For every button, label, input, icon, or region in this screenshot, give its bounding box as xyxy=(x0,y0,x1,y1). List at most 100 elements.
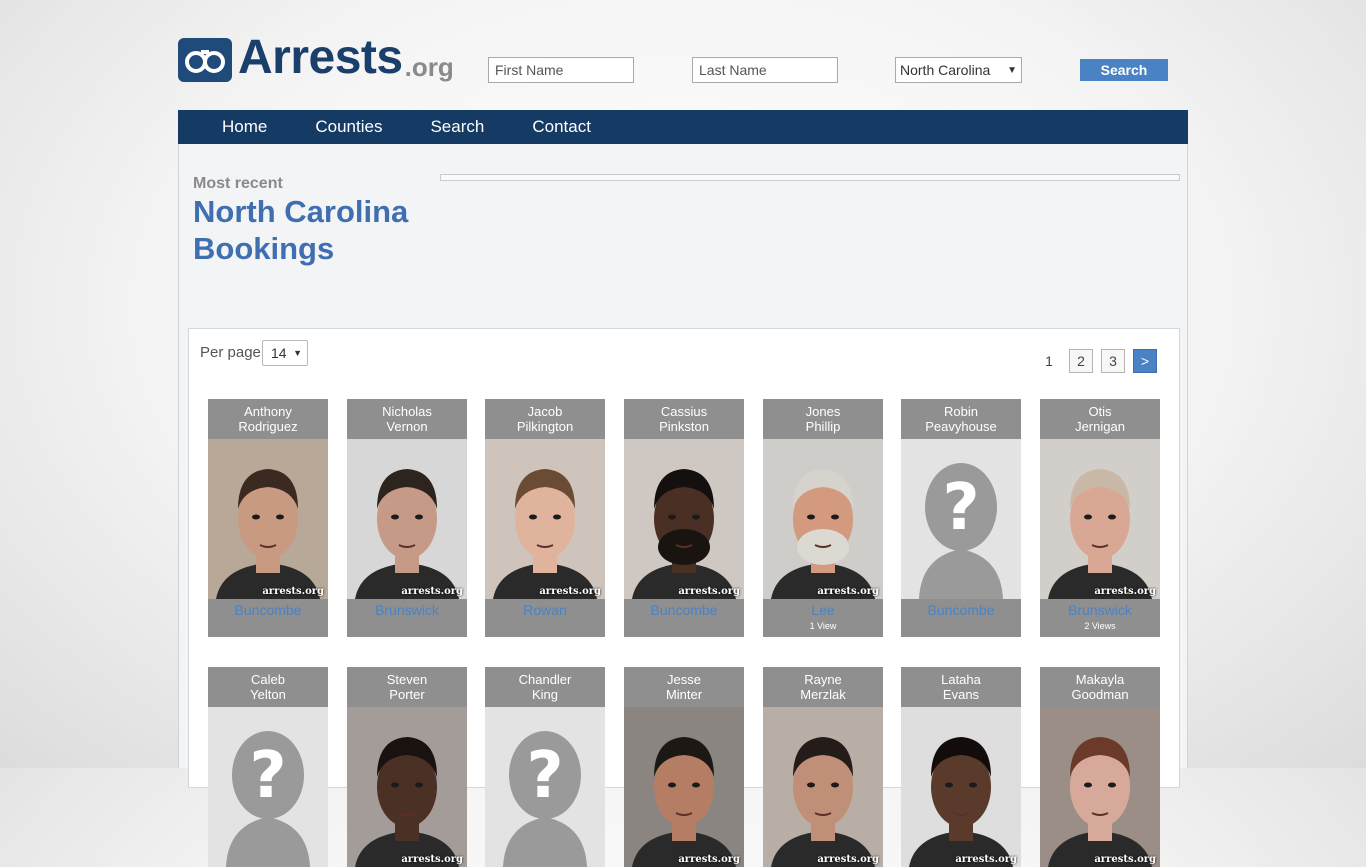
booking-card[interactable]: Makayla Goodman arrests.org xyxy=(1040,667,1160,867)
search-button[interactable]: Search xyxy=(1080,59,1168,81)
booking-view-count xyxy=(901,621,1021,637)
booking-first-name: Makayla xyxy=(1075,672,1125,687)
booking-last-name: Evans xyxy=(942,687,980,702)
booking-card[interactable]: Cassius Pinkston arrests.org Buncombe xyxy=(624,399,744,637)
booking-name[interactable]: Jones Phillip xyxy=(763,399,883,439)
mugshot-photo[interactable]: arrests.org xyxy=(763,439,883,599)
booking-card[interactable]: Lataha Evans arrests.org xyxy=(901,667,1021,867)
svg-text:?: ? xyxy=(526,739,563,813)
mugshot-photo[interactable]: arrests.org xyxy=(208,439,328,599)
nav-counties[interactable]: Counties xyxy=(291,110,406,144)
mugshot-photo[interactable]: arrests.org xyxy=(624,707,744,867)
booking-last-name: Yelton xyxy=(250,687,286,702)
svg-text:?: ? xyxy=(942,471,979,545)
booking-card[interactable]: Jesse Minter arrests.org xyxy=(624,667,744,867)
placeholder-silhouette-icon[interactable]: ? xyxy=(901,439,1021,599)
booking-county-link[interactable]: Brunswick xyxy=(347,599,467,621)
booking-name[interactable]: Rayne Merzlak xyxy=(763,667,883,707)
page-link-2[interactable]: 2 xyxy=(1069,349,1093,373)
booking-county-link[interactable]: Buncombe xyxy=(624,599,744,621)
mugshot-photo[interactable]: arrests.org xyxy=(763,707,883,867)
booking-first-name: Steven xyxy=(386,672,428,687)
booking-first-name: Jesse xyxy=(667,672,701,687)
nav-contact[interactable]: Contact xyxy=(508,110,615,144)
booking-name[interactable]: Jesse Minter xyxy=(624,667,744,707)
booking-card[interactable]: Chandler King? xyxy=(485,667,605,867)
main-nav: Home Counties Search Contact xyxy=(178,110,1188,144)
booking-name[interactable]: Caleb Yelton xyxy=(208,667,328,707)
booking-name[interactable]: Jacob Pilkington xyxy=(485,399,605,439)
booking-last-name: Pinkston xyxy=(659,419,709,434)
photo-watermark: arrests.org xyxy=(401,586,463,597)
per-page-label: Per page xyxy=(200,344,261,361)
mugshot-photo[interactable]: arrests.org xyxy=(901,707,1021,867)
mugshot-photo[interactable]: arrests.org xyxy=(1040,707,1160,867)
booking-county-link[interactable]: Rowan xyxy=(485,599,605,621)
booking-last-name: Porter xyxy=(389,687,425,702)
booking-last-name: Minter xyxy=(665,687,703,702)
logo-tld: .org xyxy=(404,52,454,82)
ad-banner-frame xyxy=(440,174,1180,181)
booking-card[interactable]: Jones Phillip arrests.org Lee 1 View xyxy=(763,399,883,637)
booking-county-link[interactable]: Brunswick xyxy=(1040,599,1160,621)
booking-card[interactable]: Rayne Merzlak arrests.org xyxy=(763,667,883,867)
booking-card[interactable]: Anthony Rodriguez arrests.org Buncombe xyxy=(208,399,328,637)
booking-name[interactable]: Cassius Pinkston xyxy=(624,399,744,439)
page-link-3[interactable]: 3 xyxy=(1101,349,1125,373)
per-page-value: 14 xyxy=(271,345,287,361)
placeholder-silhouette-icon[interactable]: ? xyxy=(485,707,605,867)
mugshot-photo[interactable]: arrests.org xyxy=(1040,439,1160,599)
booking-card[interactable]: Otis Jernigan arrests.org Brunswick 2 Views xyxy=(1040,399,1160,637)
booking-last-name: Pilkington xyxy=(516,419,574,434)
main-content: Most recent North Carolina Bookings Per … xyxy=(178,144,1188,867)
logo-text: Arrests xyxy=(238,31,403,84)
booking-name[interactable]: Otis Jernigan xyxy=(1040,399,1160,439)
most-recent-label: Most recent xyxy=(193,175,283,192)
first-name-input[interactable] xyxy=(488,57,634,83)
site-logo[interactable]: Arrests .org xyxy=(178,34,454,82)
nav-home[interactable]: Home xyxy=(178,110,291,144)
chevron-down-icon: ▼ xyxy=(1007,64,1017,76)
photo-watermark: arrests.org xyxy=(678,854,740,865)
booking-card[interactable]: Robin Peavyhouse? Buncombe xyxy=(901,399,1021,637)
page-next-button[interactable]: > xyxy=(1133,349,1157,373)
mugshot-photo[interactable]: arrests.org xyxy=(485,439,605,599)
booking-name[interactable]: Robin Peavyhouse xyxy=(901,399,1021,439)
photo-watermark: arrests.org xyxy=(955,854,1017,865)
photo-watermark: arrests.org xyxy=(1094,586,1156,597)
booking-first-name: Rayne xyxy=(804,672,842,687)
booking-name[interactable]: Anthony Rodriguez xyxy=(208,399,328,439)
mugshot-photo[interactable]: arrests.org xyxy=(347,439,467,599)
booking-name[interactable]: Makayla Goodman xyxy=(1040,667,1160,707)
booking-card[interactable]: Caleb Yelton? xyxy=(208,667,328,867)
booking-name[interactable]: Lataha Evans xyxy=(901,667,1021,707)
last-name-input[interactable] xyxy=(692,57,838,83)
chevron-down-icon: ▼ xyxy=(293,348,302,358)
booking-county-link[interactable]: Lee xyxy=(763,599,883,621)
booking-last-name: Goodman xyxy=(1071,687,1129,702)
per-page-select[interactable]: 14 ▼ xyxy=(262,340,308,366)
booking-last-name: Merzlak xyxy=(800,687,846,702)
booking-last-name: Phillip xyxy=(805,419,841,434)
booking-name[interactable]: Nicholas Vernon xyxy=(347,399,467,439)
photo-watermark: arrests.org xyxy=(817,586,879,597)
booking-first-name: Cassius xyxy=(660,404,708,419)
booking-card[interactable]: Jacob Pilkington arrests.org Rowan xyxy=(485,399,605,637)
state-select[interactable]: North Carolina ▼ xyxy=(895,57,1022,83)
booking-county-link[interactable]: Buncombe xyxy=(901,599,1021,621)
booking-card[interactable]: Steven Porter arrests.org xyxy=(347,667,467,867)
mugshot-photo[interactable]: arrests.org xyxy=(624,439,744,599)
booking-card[interactable]: Nicholas Vernon arrests.org Brunswick xyxy=(347,399,467,637)
photo-watermark: arrests.org xyxy=(401,854,463,865)
booking-first-name: Chandler xyxy=(518,672,572,687)
photo-watermark: arrests.org xyxy=(262,586,324,597)
page-current: 1 xyxy=(1045,353,1053,369)
booking-name[interactable]: Steven Porter xyxy=(347,667,467,707)
booking-name[interactable]: Chandler King xyxy=(485,667,605,707)
booking-view-count: 1 View xyxy=(809,621,837,631)
booking-first-name: Anthony xyxy=(244,404,292,419)
nav-search[interactable]: Search xyxy=(406,110,508,144)
booking-county-link[interactable]: Buncombe xyxy=(208,599,328,621)
placeholder-silhouette-icon[interactable]: ? xyxy=(208,707,328,867)
mugshot-photo[interactable]: arrests.org xyxy=(347,707,467,867)
